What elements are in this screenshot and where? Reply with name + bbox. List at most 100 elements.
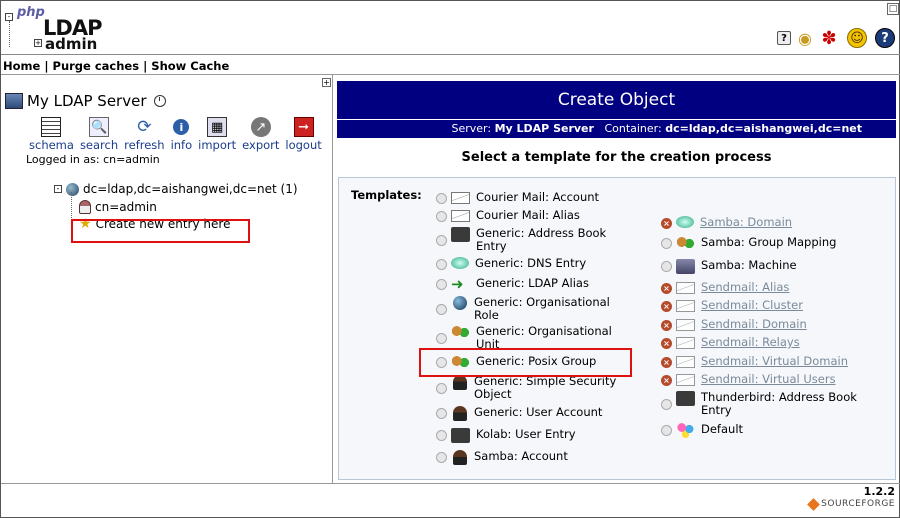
template-samba-machine[interactable]: Samba: Machine xyxy=(661,259,797,274)
donate-medal-icon[interactable]: ◉ xyxy=(798,28,812,48)
phpldapadmin-logo[interactable]: - php LDAP + admin xyxy=(3,5,103,53)
globe-icon xyxy=(66,182,79,196)
template-address-book-entry[interactable]: Generic: Address Book Entry xyxy=(436,227,636,252)
disabled-icon: × xyxy=(661,218,672,229)
question-icon[interactable]: ? xyxy=(875,28,895,48)
top-nav: Home | Purge caches | Show Cache xyxy=(3,59,230,73)
radio[interactable] xyxy=(436,235,447,246)
radio[interactable] xyxy=(661,399,672,410)
template-samba-domain[interactable]: × Samba: Domain xyxy=(661,216,792,229)
person-icon xyxy=(453,406,467,421)
fullscreen-icon[interactable]: □ xyxy=(887,3,899,15)
server-title: My LDAP Server xyxy=(5,92,166,110)
template-samba-group-mapping[interactable]: Samba: Group Mapping xyxy=(661,236,836,251)
mail-icon xyxy=(676,319,695,331)
group-icon xyxy=(676,236,695,251)
search-icon: 🔍 xyxy=(89,117,110,137)
collapse-tree-icon[interactable]: - xyxy=(54,185,62,193)
mail-account-icon xyxy=(451,192,470,204)
tree-item-admin[interactable]: cn=admin xyxy=(79,200,157,214)
template-user-account[interactable]: Generic: User Account xyxy=(436,406,602,421)
disabled-icon: × xyxy=(661,357,672,368)
template-samba-account[interactable]: Samba: Account xyxy=(436,450,568,465)
template-courier-mail-alias[interactable]: Courier Mail: Alias xyxy=(436,209,580,222)
tool-refresh[interactable]: ⟳ refresh xyxy=(124,117,164,152)
radio[interactable] xyxy=(436,383,447,394)
home-link[interactable]: Home xyxy=(3,59,40,73)
radio[interactable] xyxy=(661,238,672,249)
template-organisational-role[interactable]: Generic: Organisational Role xyxy=(436,296,636,321)
template-sendmail-relays[interactable]: × Sendmail: Relays xyxy=(661,336,800,349)
tree-box-icon: + xyxy=(34,39,42,47)
disabled-icon: × xyxy=(661,338,672,349)
radio[interactable] xyxy=(436,259,447,270)
server-toolbar: schema 🔍 search ⟳ refresh i info ▦ import ↗ e… xyxy=(29,117,328,152)
smiley-icon[interactable]: ☺ xyxy=(847,28,867,48)
schema-icon xyxy=(41,117,62,137)
radio[interactable] xyxy=(661,261,672,272)
template-thunderbird-address-book[interactable]: Thunderbird: Address Book Entry xyxy=(661,391,881,416)
template-organisational-unit[interactable]: Generic: Organisational Unit xyxy=(436,325,636,350)
template-sendmail-cluster[interactable]: × Sendmail: Cluster xyxy=(661,299,803,312)
mail-icon xyxy=(676,300,695,312)
logged-in-as: Logged in as: cn=admin xyxy=(26,153,160,166)
template-sendmail-domain[interactable]: × Sendmail: Domain xyxy=(661,318,807,331)
show-cache-link[interactable]: Show Cache xyxy=(151,59,229,73)
clock-icon[interactable] xyxy=(153,95,166,107)
template-kolab-user-entry[interactable]: Kolab: User Entry xyxy=(436,428,576,443)
radio[interactable] xyxy=(436,279,447,290)
address-book-icon xyxy=(676,391,695,406)
logo-php: php xyxy=(17,5,45,20)
dns-icon xyxy=(451,257,469,269)
bug-icon[interactable]: ✽ xyxy=(819,28,839,49)
tool-info[interactable]: i info xyxy=(171,117,192,152)
tool-import[interactable]: ▦ import xyxy=(198,117,236,152)
mail-icon xyxy=(676,282,695,294)
tool-logout[interactable]: ➞ logout xyxy=(285,117,322,152)
tool-search[interactable]: 🔍 search xyxy=(80,117,118,152)
radio[interactable] xyxy=(436,430,447,441)
sourceforge-logo[interactable]: SOURCEFORGE xyxy=(807,497,895,511)
ldap-tree: - dc=ldap,dc=aishangwei,dc=net (1) cn=ad… xyxy=(54,182,298,231)
template-ldap-alias[interactable]: ➜ Generic: LDAP Alias xyxy=(436,277,589,292)
radio[interactable] xyxy=(436,333,447,344)
disabled-icon: × xyxy=(661,301,672,312)
templates-box: Templates: Courier Mail: Account Courier… xyxy=(338,177,896,480)
radio[interactable] xyxy=(436,304,447,315)
left-panel: + My LDAP Server schema 🔍 search ⟳ refresh… xyxy=(1,75,333,483)
tool-schema[interactable]: schema xyxy=(29,117,74,152)
radio[interactable] xyxy=(436,211,447,222)
purge-caches-link[interactable]: Purge caches xyxy=(53,59,140,73)
template-sendmail-virtual-domain[interactable]: × Sendmail: Virtual Domain xyxy=(661,355,848,368)
export-icon: ↗ xyxy=(250,117,271,137)
radio[interactable] xyxy=(436,452,447,463)
import-icon: ▦ xyxy=(207,117,228,137)
person-icon xyxy=(453,450,467,465)
template-simple-security-object[interactable]: Generic: Simple Security Object xyxy=(436,375,641,400)
header: - php LDAP + admin ? ◉ ✽ ☺ ? □ xyxy=(1,1,900,55)
tool-export[interactable]: ↗ export xyxy=(242,117,279,152)
logout-icon: ➞ xyxy=(293,117,314,137)
page: - php LDAP + admin ? ◉ ✽ ☺ ? □ Home | Purg… xyxy=(0,0,900,518)
radio[interactable] xyxy=(436,408,447,419)
version: 1.2.2 xyxy=(863,485,895,498)
collapse-icon[interactable]: + xyxy=(322,78,331,87)
dns-icon xyxy=(676,216,694,228)
address-book-icon xyxy=(451,428,470,443)
template-courier-mail-account[interactable]: Courier Mail: Account xyxy=(436,191,599,204)
group-icon xyxy=(451,325,470,340)
template-sendmail-virtual-users[interactable]: × Sendmail: Virtual Users xyxy=(661,373,836,386)
arrow-icon: ➜ xyxy=(451,275,464,293)
address-book-icon xyxy=(451,227,470,242)
panel-title: Create Object xyxy=(337,81,896,119)
tree-root-label[interactable]: dc=ldap,dc=aishangwei,dc=net (1) xyxy=(83,182,298,196)
radio[interactable] xyxy=(661,425,672,436)
template-dns-entry[interactable]: Generic: DNS Entry xyxy=(436,257,586,270)
template-sendmail-alias[interactable]: × Sendmail: Alias xyxy=(661,281,789,294)
template-default[interactable]: Default xyxy=(661,423,743,438)
tree-root[interactable]: - dc=ldap,dc=aishangwei,dc=net (1) xyxy=(54,182,298,196)
radio[interactable] xyxy=(436,193,447,204)
default-icon xyxy=(676,423,695,438)
info-icon: i xyxy=(173,119,190,135)
help-icon[interactable]: ? xyxy=(777,31,791,45)
